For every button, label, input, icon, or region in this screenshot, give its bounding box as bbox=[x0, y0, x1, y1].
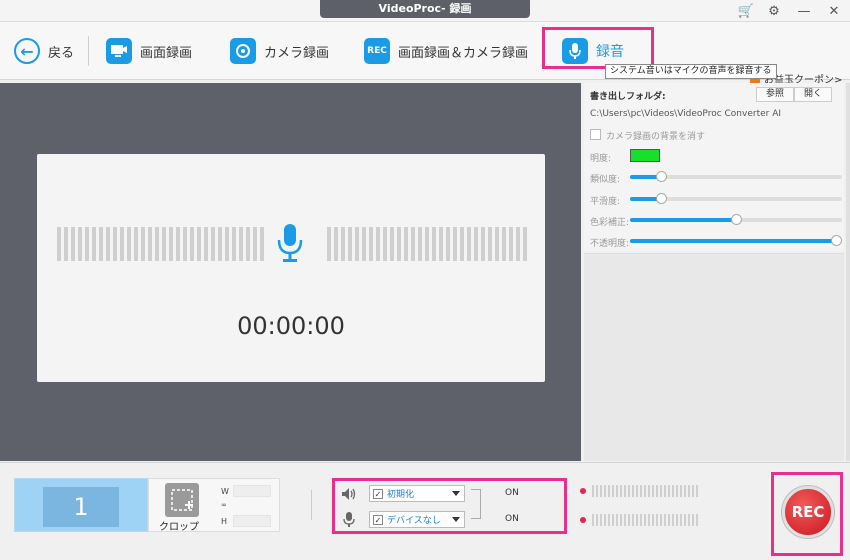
color-correction-label: 色彩補正: bbox=[590, 218, 630, 228]
opacity-fill bbox=[630, 239, 836, 243]
export-folder-label: 書き出しフォルダ: bbox=[590, 92, 666, 102]
settings-panel-empty bbox=[584, 253, 844, 461]
width-label: W bbox=[221, 487, 229, 496]
rec-button[interactable]: REC bbox=[782, 486, 834, 538]
height-label: H bbox=[221, 517, 228, 526]
chevron-down-icon bbox=[452, 517, 460, 522]
back-arrow-icon: ← bbox=[14, 38, 40, 64]
cart-icon[interactable]: 🛒 bbox=[736, 2, 756, 20]
export-path: C:\Users\pc\Videos\VideoProc Converter A… bbox=[590, 109, 782, 119]
remove-bg-checkbox[interactable] bbox=[590, 129, 601, 140]
brightness-label: 明度: bbox=[590, 154, 612, 164]
monitor-record-icon bbox=[106, 38, 132, 64]
microphone-icon[interactable] bbox=[341, 512, 357, 528]
smoothness-knob[interactable] bbox=[656, 193, 667, 204]
crop-icon[interactable] bbox=[165, 483, 199, 517]
back-button[interactable]: ← 戻る bbox=[14, 36, 74, 66]
record-timer: 00:00:00 bbox=[237, 312, 345, 340]
mic-state[interactable]: ON bbox=[505, 514, 519, 524]
similarity-knob[interactable] bbox=[656, 171, 667, 182]
screen-camera-record-label: 画面録画＆カメラ録画 bbox=[398, 45, 529, 61]
smoothness-slider[interactable] bbox=[630, 193, 842, 204]
color-correction-fill bbox=[630, 218, 736, 222]
opacity-knob[interactable] bbox=[831, 235, 842, 246]
opacity-slider[interactable] bbox=[630, 235, 842, 246]
crop-panel: クロップ W ∞ H bbox=[148, 478, 280, 533]
back-label: 戻る bbox=[48, 45, 75, 61]
color-correction-slider[interactable] bbox=[630, 214, 842, 225]
height-input[interactable] bbox=[233, 515, 271, 527]
mic-level-meter bbox=[580, 513, 705, 527]
audio-record-highlight bbox=[542, 27, 654, 69]
mic-device-value: デバイスなし bbox=[387, 516, 441, 526]
speaker-enable-checkbox[interactable]: ✓ bbox=[373, 488, 383, 499]
mic-row: ✓ デバイスなし ON bbox=[335, 509, 564, 532]
speaker-device-value: 初期化 bbox=[387, 490, 415, 500]
screen-number: 1 bbox=[43, 487, 119, 527]
audio-sources-highlight: ✓ 初期化 ON ✓ デバイスなし ON bbox=[332, 478, 567, 534]
level-bars-right bbox=[327, 227, 527, 261]
mic-device-select[interactable]: ✓ デバイスなし bbox=[369, 511, 465, 528]
smoothness-label: 平滑度: bbox=[590, 197, 621, 207]
color-correction-knob[interactable] bbox=[731, 214, 742, 225]
screen-select[interactable]: 1 bbox=[14, 478, 148, 532]
audio-tooltip: システム音いはマイクの音声を録音する bbox=[605, 64, 777, 79]
camera-record-label: カメラ録画 bbox=[264, 45, 330, 61]
bottom-divider bbox=[311, 490, 312, 520]
opacity-label: 不透明度: bbox=[590, 239, 630, 249]
minimize-icon[interactable]: — bbox=[794, 2, 814, 20]
mic-enable-checkbox[interactable]: ✓ bbox=[373, 514, 383, 525]
audio-preview-card: 00:00:00 bbox=[37, 154, 545, 382]
camera-record-button[interactable]: カメラ録画 bbox=[230, 36, 329, 66]
microphone-icon bbox=[275, 222, 305, 264]
rec-screen-icon: REC bbox=[364, 38, 390, 64]
level-bars-left bbox=[57, 227, 264, 261]
browse-button[interactable]: 参照 bbox=[756, 87, 794, 102]
speaker-level-meter bbox=[580, 484, 705, 498]
width-input[interactable] bbox=[233, 485, 271, 497]
toolbar-divider bbox=[88, 36, 89, 66]
speaker-state[interactable]: ON bbox=[505, 488, 519, 498]
panel-scrollbar[interactable] bbox=[846, 83, 850, 461]
screen-record-button[interactable]: 画面録画 bbox=[106, 36, 192, 66]
speaker-row: ✓ 初期化 ON bbox=[335, 483, 564, 506]
rec-highlight: REC bbox=[771, 472, 843, 556]
similarity-label: 類似度: bbox=[590, 175, 621, 185]
preview-area: 00:00:00 bbox=[0, 83, 581, 461]
level-dot bbox=[580, 488, 586, 494]
key-color-swatch[interactable] bbox=[630, 149, 660, 162]
chevron-down-icon bbox=[452, 491, 460, 496]
remove-bg-label: カメラ録画の背景を消す bbox=[606, 132, 706, 142]
open-button[interactable]: 開く bbox=[794, 87, 832, 102]
speaker-device-select[interactable]: ✓ 初期化 bbox=[369, 485, 465, 502]
speaker-icon[interactable] bbox=[341, 486, 357, 502]
similarity-slider[interactable] bbox=[630, 171, 842, 182]
screen-record-label: 画面録画 bbox=[140, 45, 193, 61]
screen-camera-record-button[interactable]: REC 画面録画＆カメラ録画 bbox=[364, 36, 528, 66]
level-dot bbox=[580, 517, 586, 523]
link-icon[interactable]: ∞ bbox=[221, 501, 227, 509]
close-icon[interactable]: ✕ bbox=[824, 2, 844, 20]
camera-icon bbox=[230, 38, 256, 64]
crop-label: クロップ bbox=[159, 522, 199, 533]
window-title: VideoProc- 録画 bbox=[320, 0, 530, 18]
settings-panel: 書き出しフォルダ: 参照 開く C:\Users\pc\Videos\Video… bbox=[584, 83, 844, 251]
title-bar: VideoProc- 録画 🛒 ⚙ — ✕ bbox=[0, 0, 850, 22]
gear-icon[interactable]: ⚙ bbox=[764, 2, 784, 20]
